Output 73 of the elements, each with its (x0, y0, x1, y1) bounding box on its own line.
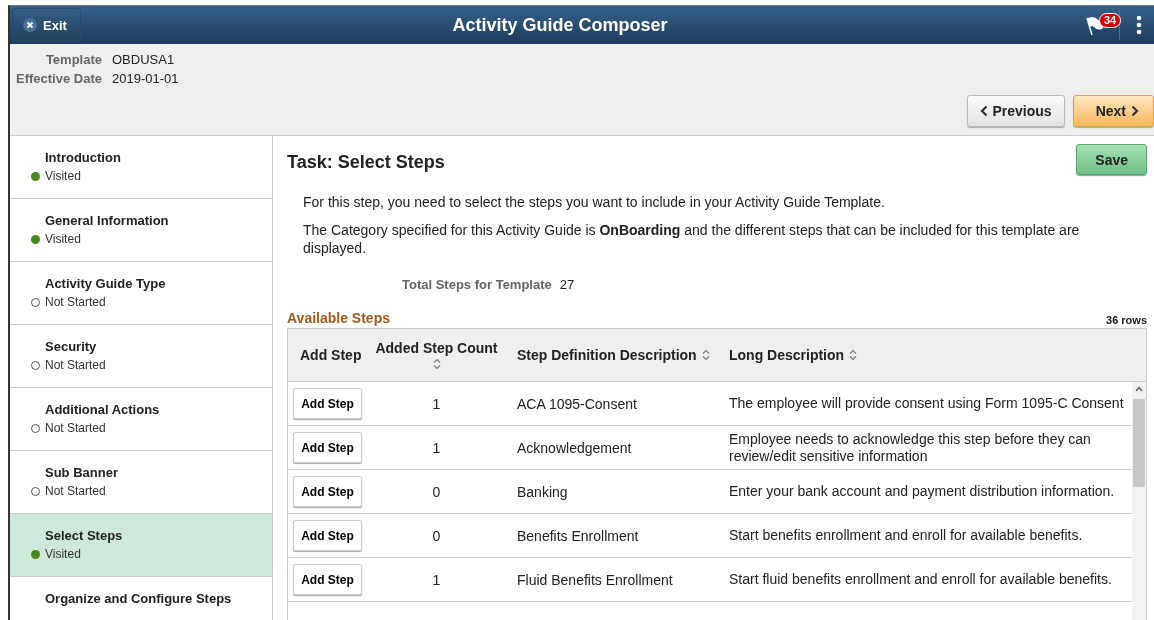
scrollbar[interactable] (1132, 382, 1146, 620)
table-cell-text: ACA 1095-Consent (516, 395, 638, 412)
column-header[interactable]: Added Step Count (368, 340, 505, 370)
table-cell-text: 0 (431, 527, 442, 544)
table-cell-text: Benefits Enrollment (516, 527, 640, 544)
column-header[interactable]: Step Definition Description (505, 347, 717, 363)
table-cell-text: Fluid Benefits Enrollment (516, 571, 674, 588)
field-label: Total Steps for Template (402, 277, 552, 292)
section-title: Available Steps (287, 310, 390, 326)
status-text: Not Started (45, 484, 106, 498)
sidebar-item[interactable]: Introduction Visited (10, 136, 272, 199)
sidebar-item[interactable]: Select Steps Visited (10, 514, 272, 577)
add-step-button[interactable]: Add Step (293, 432, 362, 463)
add-step-button[interactable]: Add Step (293, 564, 362, 595)
step-title: Organize and Configure Steps (45, 591, 232, 606)
status-text: Not Started (45, 295, 106, 309)
step-title: Select Steps (45, 528, 123, 543)
table-cell-text: Enter your bank account and payment distribution information. (728, 482, 1116, 501)
table-cell-text: Banking (516, 483, 569, 500)
table-cell-text: Start benefits enrollment and enroll for available benefits. (728, 526, 1084, 545)
table-cell-text: Acknowledgement (516, 439, 633, 456)
step-title: Activity Guide Type (45, 276, 166, 291)
chevron-left-icon (979, 105, 988, 117)
sidebar-item[interactable]: Security Not Started (10, 325, 272, 388)
next-button[interactable]: Next (1072, 95, 1154, 127)
chevron-right-icon (1131, 105, 1139, 117)
step-title: Security (45, 339, 97, 354)
step-title: Additional Actions (45, 402, 160, 417)
status-text: Not Started (45, 358, 106, 372)
field-value: 27 (559, 277, 575, 292)
status-text: Visited (45, 169, 81, 183)
table-cell-text: 1 (431, 439, 442, 456)
step-title: General Information (45, 213, 169, 228)
close-icon (23, 18, 37, 32)
more-options-icon[interactable] (1136, 15, 1142, 35)
status-text: Not Started (45, 421, 106, 435)
sort-icon[interactable] (849, 349, 858, 361)
column-header[interactable]: Long Description (717, 347, 1132, 363)
sort-icon[interactable] (432, 358, 441, 370)
field-label: Effective Date (16, 71, 102, 86)
table-cell-text: 1 (431, 571, 442, 588)
sidebar-item[interactable]: Activity Guide Type Not Started (10, 262, 272, 325)
exit-button[interactable]: Exit (12, 8, 81, 42)
add-step-button[interactable]: Add Step (293, 476, 362, 507)
field-value: 2019-01-01 (112, 71, 179, 86)
step-title: Sub Banner (45, 465, 118, 480)
field-label: Template (44, 52, 102, 67)
add-step-button[interactable]: Add Step (293, 388, 362, 419)
sidebar-item[interactable]: General Information Visited (10, 199, 272, 262)
status-text: Visited (45, 232, 81, 246)
scroll-up-icon[interactable] (1135, 386, 1143, 392)
field-value: OBDUSA1 (112, 52, 176, 67)
instruction-text: For this step, you need to select the steps you want to include in your Activity Guide Template. (303, 193, 886, 211)
step-title: Introduction (45, 150, 121, 165)
table-cell-text: Employee needs to acknowledge this step before they can review/edit sensitive information (728, 429, 1092, 466)
sidebar-item[interactable]: Organize and Configure Steps (10, 577, 272, 620)
table-cell-text: 0 (431, 483, 442, 500)
sidebar-item[interactable]: Additional Actions Not Started (10, 388, 272, 451)
add-step-button[interactable]: Add Step (293, 520, 362, 551)
save-button[interactable]: Save (1076, 144, 1147, 175)
window-title: Activity Guide Composer (451, 14, 669, 36)
scrollbar-thumb[interactable] (1133, 399, 1145, 487)
table-cell-text: 1 (431, 395, 442, 412)
task-title: Task: Select Steps (287, 152, 445, 173)
status-text: Visited (45, 547, 81, 561)
instruction-text: The Category specified for this Activity Guide is OnBoarding and the different steps that can be included for this template are displayed. (303, 221, 1081, 257)
table-cell-text: Start fluid benefits enrollment and enroll for available benefits. (728, 570, 1113, 589)
notification-badge: 34 (1099, 13, 1122, 28)
sort-icon[interactable] (701, 349, 710, 361)
table-cell-text: The employee will provide consent using Form 1095-C Consent (728, 394, 1125, 413)
previous-button[interactable]: Previous (966, 95, 1065, 127)
row-count: 36 rows (1106, 314, 1147, 326)
column-header: Add Step (299, 347, 363, 363)
